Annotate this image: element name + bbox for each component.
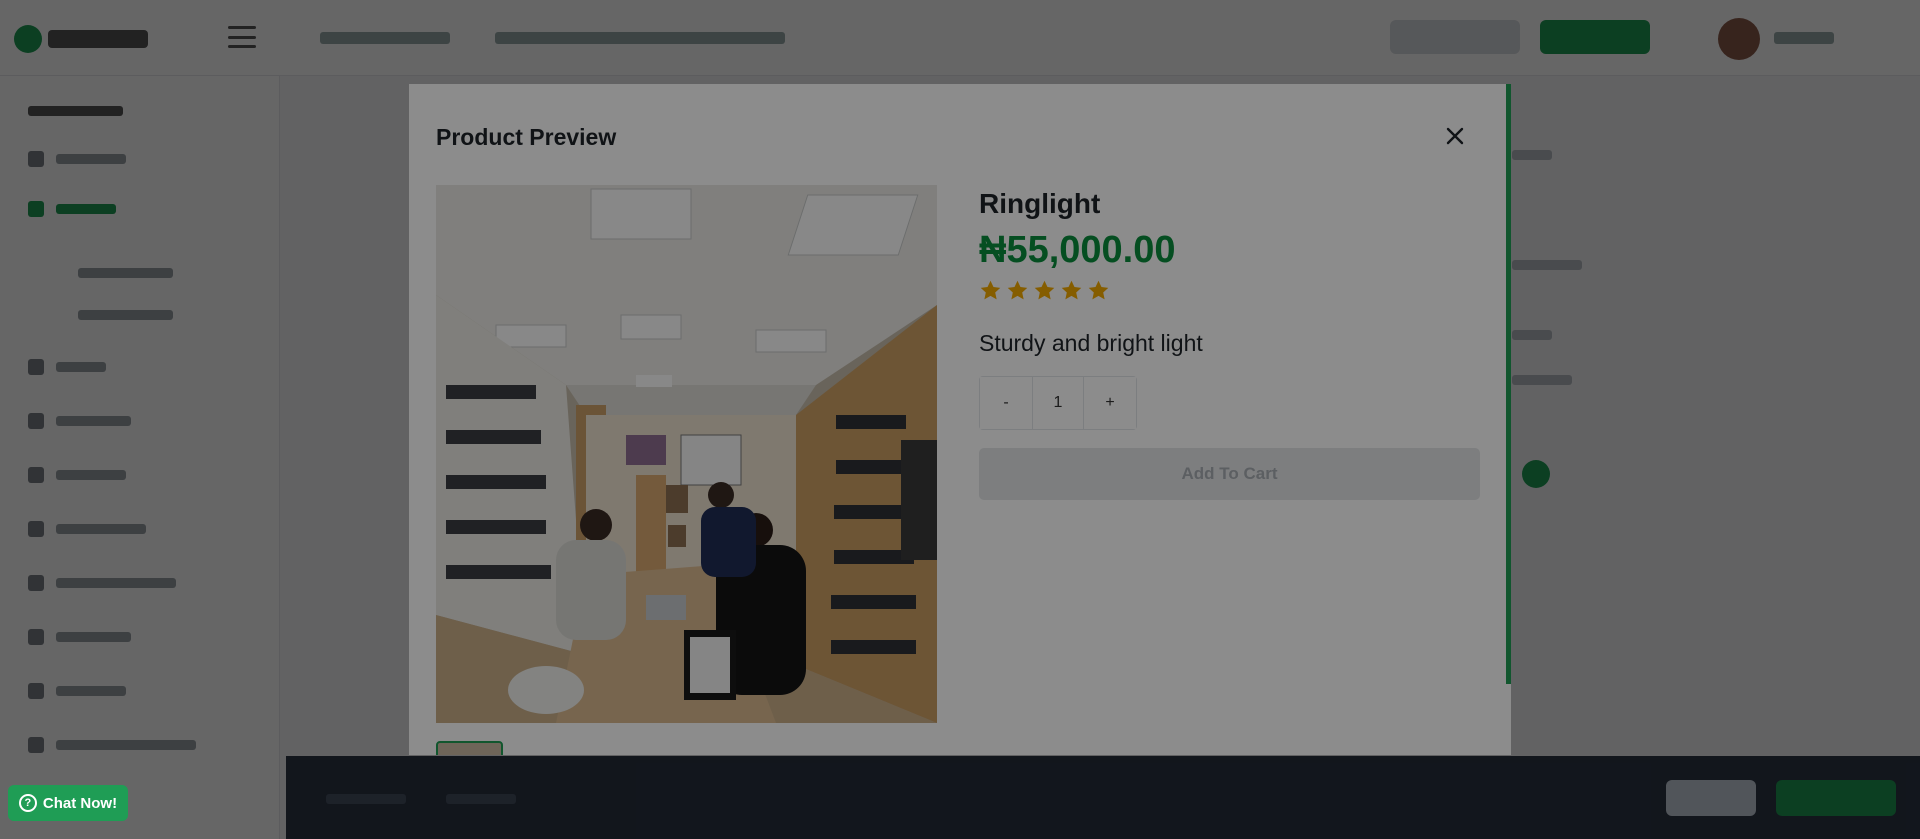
star-icon [1088, 280, 1109, 300]
chat-now-label: Chat Now! [42, 794, 118, 812]
product-price: ₦55,000.00 [979, 229, 1176, 271]
close-icon [1446, 127, 1464, 145]
star-icon [1061, 280, 1082, 300]
chat-now-button[interactable]: ? Chat Now! [8, 785, 128, 821]
modal-scrollbar[interactable] [1506, 84, 1511, 684]
increment-button[interactable]: + [1084, 377, 1136, 429]
quantity-stepper: - 1 + [979, 376, 1137, 430]
star-icon [980, 280, 1001, 300]
product-main-image[interactable] [436, 185, 937, 723]
product-rating [979, 279, 1110, 302]
decrement-button[interactable]: - [980, 377, 1032, 429]
product-preview-modal: Product Preview Ringlight ₦55,000.00 Stu… [409, 84, 1511, 755]
modal-title: Product Preview [436, 124, 617, 150]
add-to-cart-button[interactable]: Add To Cart [979, 448, 1480, 500]
product-name: Ringlight [979, 188, 1101, 219]
product-photo-icon [436, 185, 937, 723]
quantity-value[interactable]: 1 [1032, 377, 1084, 429]
help-circle-icon: ? [18, 794, 37, 812]
product-thumbnail[interactable] [436, 741, 503, 755]
star-icon [1007, 280, 1028, 300]
close-button[interactable] [1439, 120, 1471, 152]
product-description: Sturdy and bright light [979, 330, 1203, 356]
star-icon [1034, 280, 1055, 300]
